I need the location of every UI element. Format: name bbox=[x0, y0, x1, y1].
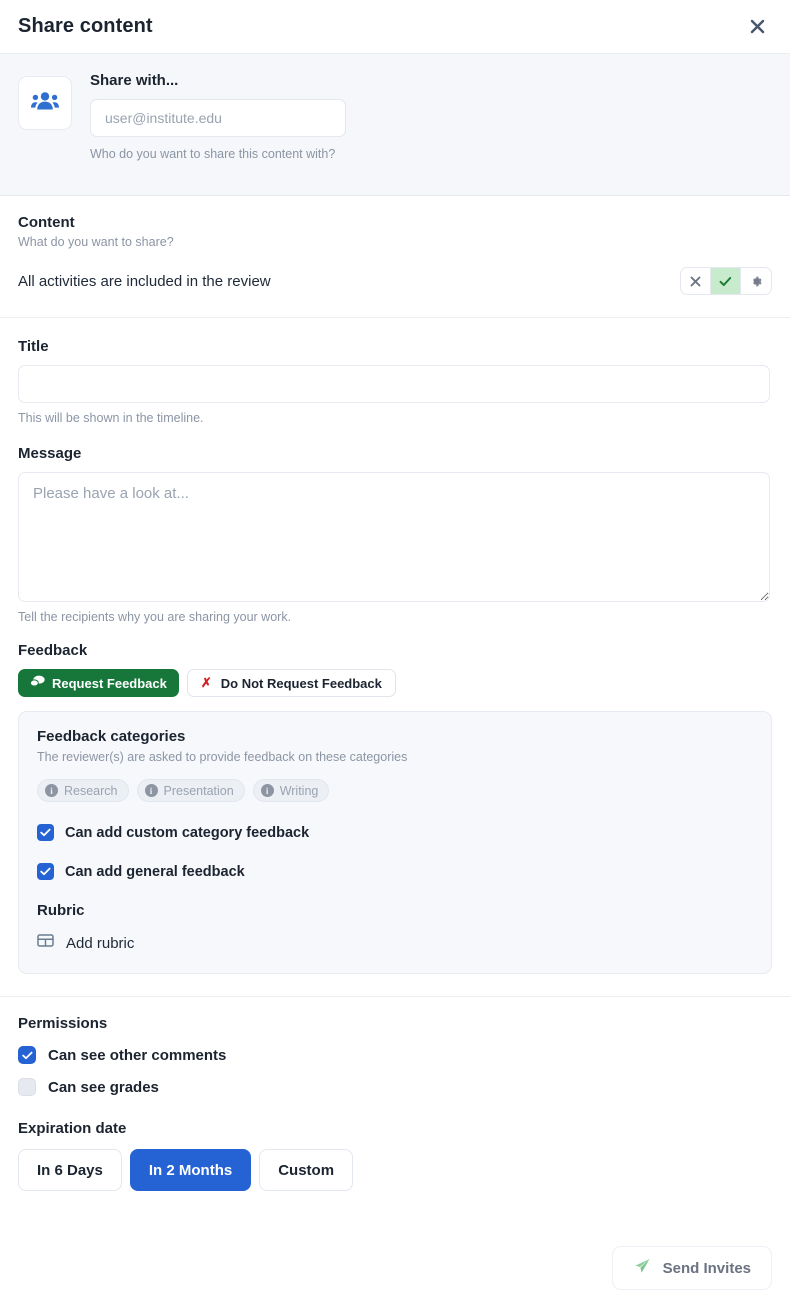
share-with-input[interactable] bbox=[90, 99, 346, 137]
share-with-label: Share with... bbox=[90, 72, 179, 89]
send-invites-label: Send Invites bbox=[662, 1259, 751, 1277]
comments-icon bbox=[29, 675, 45, 691]
content-row-label: All activities are included in the revie… bbox=[18, 272, 271, 290]
message-textarea[interactable] bbox=[18, 472, 770, 602]
content-section: Content What do you want to share? All a… bbox=[0, 196, 790, 318]
expiration-options: In 6 Days In 2 Months Custom bbox=[18, 1149, 772, 1191]
chip-label: Writing bbox=[279, 783, 319, 798]
feedback-categories-title: Feedback categories bbox=[37, 728, 186, 745]
do-not-request-feedback-button[interactable]: ✗ Do Not Request Feedback bbox=[186, 669, 396, 697]
request-feedback-button[interactable]: Request Feedback bbox=[18, 669, 179, 697]
message-help: Tell the recipients why you are sharing … bbox=[18, 610, 292, 624]
custom-category-feedback-label: Can add custom category feedback bbox=[65, 824, 310, 841]
title-help: This will be shown in the timeline. bbox=[18, 411, 204, 425]
expiration-title: Expiration date bbox=[18, 1120, 127, 1137]
content-settings-button[interactable] bbox=[741, 268, 771, 294]
permission-row-other-comments[interactable]: Can see other comments bbox=[18, 1046, 772, 1064]
permission-row-grades[interactable]: Can see grades bbox=[18, 1078, 772, 1096]
chip-label: Research bbox=[64, 783, 118, 798]
can-see-grades-label: Can see grades bbox=[48, 1078, 159, 1096]
chip-research[interactable]: i Research bbox=[37, 779, 129, 802]
content-include-button[interactable] bbox=[711, 268, 741, 294]
paper-plane-icon bbox=[633, 1257, 651, 1279]
feedback-section-spacer bbox=[0, 974, 790, 996]
general-feedback-label: Can add general feedback bbox=[65, 863, 245, 880]
message-section: Message Tell the recipients why you are … bbox=[0, 425, 790, 624]
custom-category-feedback-row[interactable]: Can add custom category feedback bbox=[37, 824, 753, 841]
feedback-mode-buttons: Request Feedback ✗ Do Not Request Feedba… bbox=[18, 669, 772, 697]
expiration-option-6-days[interactable]: In 6 Days bbox=[18, 1149, 122, 1191]
add-rubric-label: Add rubric bbox=[66, 934, 135, 952]
permissions-title: Permissions bbox=[18, 1015, 108, 1032]
info-icon: i bbox=[260, 784, 274, 797]
expiration-option-custom[interactable]: Custom bbox=[259, 1149, 354, 1191]
do-not-request-feedback-label: Do Not Request Feedback bbox=[220, 675, 382, 691]
feedback-section: Feedback Request Feedback ✗ Do Not Reque… bbox=[0, 624, 790, 974]
permissions-section: Permissions Can see other comments Can s… bbox=[0, 997, 790, 1096]
feedback-title: Feedback bbox=[18, 642, 88, 659]
chip-presentation[interactable]: i Presentation bbox=[136, 779, 245, 802]
title-section: Title This will be shown in the timeline… bbox=[0, 318, 790, 425]
users-group-icon bbox=[31, 90, 59, 117]
send-invites-button[interactable]: Send Invites bbox=[611, 1246, 772, 1290]
modal-footer: Send Invites bbox=[0, 1230, 790, 1306]
feedback-categories-panel: Feedback categories The reviewer(s) are … bbox=[18, 711, 772, 974]
page-title: Share content bbox=[18, 15, 153, 37]
share-with-section: Share with... Who do you want to share t… bbox=[0, 54, 790, 196]
general-feedback-row[interactable]: Can add general feedback bbox=[37, 863, 753, 880]
title-input[interactable] bbox=[18, 365, 770, 403]
info-icon: i bbox=[45, 784, 58, 797]
close-icon[interactable] bbox=[742, 12, 772, 42]
x-icon: ✗ bbox=[200, 675, 212, 690]
message-label: Message bbox=[18, 445, 82, 462]
content-title: Content bbox=[18, 214, 75, 231]
content-row: All activities are included in the revie… bbox=[18, 267, 772, 317]
custom-category-feedback-checkbox[interactable] bbox=[37, 824, 54, 841]
content-subtitle: What do you want to share? bbox=[18, 235, 174, 249]
can-see-grades-checkbox[interactable] bbox=[18, 1078, 36, 1096]
general-feedback-checkbox[interactable] bbox=[37, 863, 54, 880]
request-feedback-label: Request Feedback bbox=[52, 675, 167, 691]
can-see-other-comments-checkbox[interactable] bbox=[18, 1046, 36, 1064]
add-rubric-button[interactable]: Add rubric bbox=[37, 933, 753, 953]
feedback-categories-subtitle: The reviewer(s) are asked to provide fee… bbox=[37, 750, 408, 764]
table-icon bbox=[37, 933, 54, 953]
chip-writing[interactable]: i Writing bbox=[252, 779, 330, 802]
rubric-title: Rubric bbox=[37, 902, 85, 919]
content-toggle-group bbox=[680, 267, 772, 295]
feedback-category-chips: i Research i Presentation i Writing bbox=[37, 779, 753, 802]
chip-label: Presentation bbox=[163, 783, 234, 798]
expiration-option-2-months[interactable]: In 2 Months bbox=[129, 1149, 252, 1191]
can-see-other-comments-label: Can see other comments bbox=[48, 1046, 227, 1064]
title-label: Title bbox=[18, 338, 49, 355]
expiration-section: Expiration date In 6 Days In 2 Months Cu… bbox=[0, 1096, 790, 1191]
avatar bbox=[18, 76, 72, 130]
info-icon: i bbox=[144, 784, 158, 797]
share-with-help: Who do you want to share this content wi… bbox=[90, 147, 336, 161]
modal-header: Share content bbox=[0, 0, 790, 54]
content-exclude-button[interactable] bbox=[681, 268, 711, 294]
